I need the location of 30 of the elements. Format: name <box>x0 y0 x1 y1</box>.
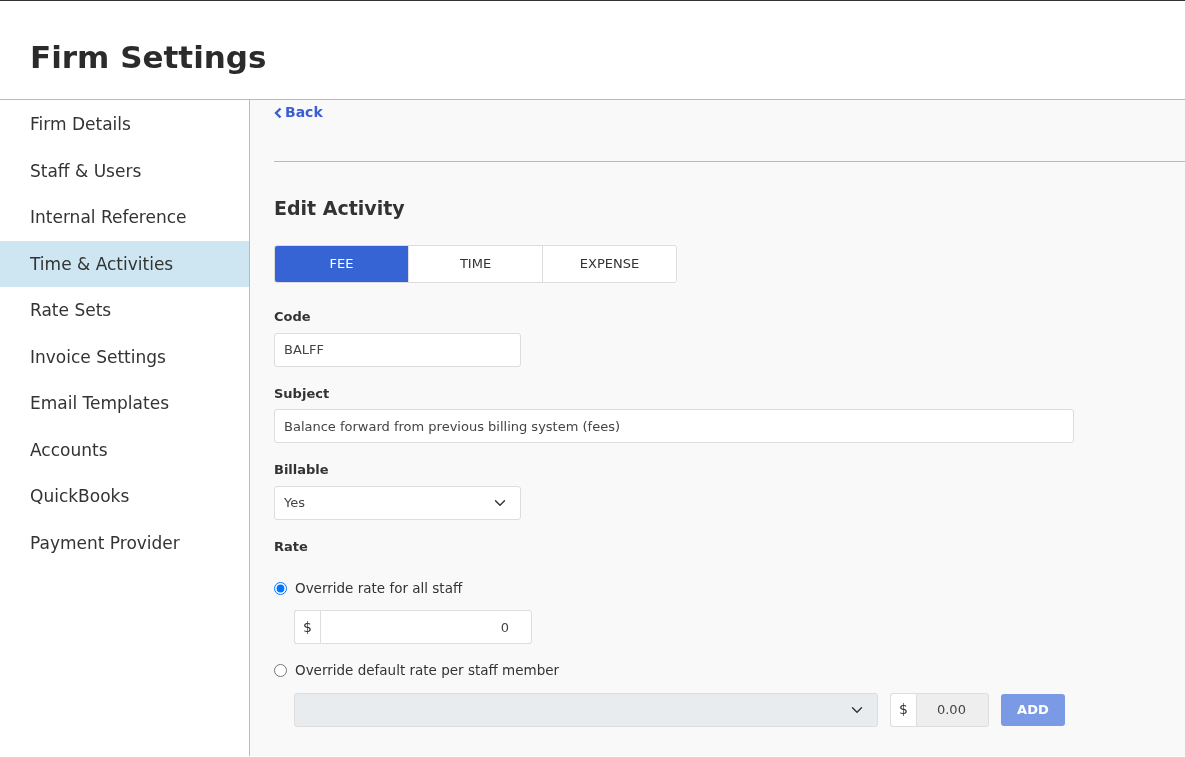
sidebar-item[interactable]: Accounts <box>0 426 249 473</box>
code-input[interactable]: BALFF <box>274 332 521 367</box>
field-label: Subject <box>274 384 331 403</box>
tab[interactable]: FEE <box>275 246 408 282</box>
back-link[interactable]: Back <box>274 102 323 123</box>
radio-button[interactable] <box>274 581 287 595</box>
chevron-left-icon <box>274 106 282 119</box>
sidebar-item[interactable]: Internal Reference <box>0 194 249 241</box>
field-label: Billable <box>274 461 330 479</box>
sidebar-item[interactable]: Email Templates <box>0 380 249 427</box>
billable-select[interactable]: Yes <box>274 485 521 520</box>
sidebar-item[interactable]: Firm Details <box>0 101 249 148</box>
field-label: Rate <box>274 537 309 556</box>
sidebar-item[interactable]: QuickBooks <box>0 473 249 520</box>
sidebar-item[interactable]: Invoice Settings <box>0 333 249 380</box>
amount-input[interactable]: 0 <box>319 610 532 645</box>
subject-input[interactable]: Balance forward from previous billing system (fees) <box>274 409 1074 443</box>
sidebar-item[interactable]: Staff & Users <box>0 147 249 194</box>
radio-label: Override rate for all staff <box>295 579 463 598</box>
tab[interactable]: EXPENSE <box>542 246 676 282</box>
section-heading: Edit Activity <box>274 195 406 221</box>
radio-button[interactable] <box>274 663 287 677</box>
currency-addon: $ <box>890 692 916 727</box>
page-title: Firm Settings <box>30 39 268 77</box>
sidebar-item[interactable]: Payment Provider <box>0 519 249 566</box>
radio-label: Override default rate per staff member <box>295 661 560 681</box>
field-label: Code <box>274 308 312 326</box>
currency-addon: $ <box>294 610 320 645</box>
sidebar-item[interactable]: Time & Activities <box>0 240 249 287</box>
sidebar-item[interactable]: Rate Sets <box>0 287 249 334</box>
